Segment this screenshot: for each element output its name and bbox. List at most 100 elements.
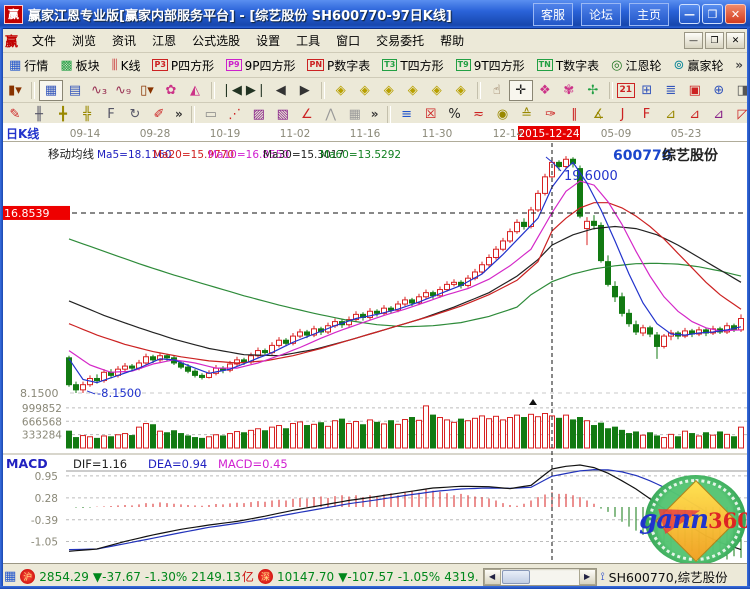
minimize-button[interactable]: — bbox=[679, 4, 700, 24]
horizontal-scrollbar[interactable]: ◀ ▶ bbox=[483, 568, 597, 586]
memo-button[interactable]: ≣ bbox=[659, 80, 683, 101]
menu-item-设置[interactable]: 设置 bbox=[248, 30, 288, 51]
portfolio-button[interactable]: ◨ bbox=[731, 80, 750, 101]
box-pattern-button[interactable]: ▨ bbox=[247, 104, 271, 125]
sectors-button[interactable]: ▩板块 bbox=[54, 55, 105, 76]
gann-grid-button[interactable]: ╫ bbox=[27, 104, 51, 125]
scale-tool-button[interactable]: ≡ bbox=[395, 104, 419, 125]
menu-item-江恩[interactable]: 江恩 bbox=[144, 30, 184, 51]
calendar-button[interactable]: 21 bbox=[617, 83, 635, 98]
speed-line-button[interactable]: ⊿ bbox=[683, 104, 707, 125]
diamond-up-button[interactable]: ◈ bbox=[425, 80, 449, 101]
gann-wheel-button[interactable]: ◎江恩轮 bbox=[605, 55, 667, 76]
save-button[interactable]: ▣ bbox=[683, 80, 707, 101]
menu-item-文件[interactable]: 文件 bbox=[24, 30, 64, 51]
trend-line-button[interactable]: ⊿ bbox=[707, 104, 731, 125]
first-page-button[interactable]: ❘◀ bbox=[219, 80, 244, 101]
t-square-button[interactable]: T3T四方形 bbox=[376, 55, 449, 76]
gann-angle-button[interactable]: ∥ bbox=[563, 104, 587, 125]
menu-item-工具[interactable]: 工具 bbox=[288, 30, 328, 51]
menu-item-交易委托[interactable]: 交易委托 bbox=[368, 30, 432, 51]
menu-item-浏览[interactable]: 浏览 bbox=[64, 30, 104, 51]
percent-band-button[interactable]: ☒ bbox=[419, 104, 443, 125]
wave-count-button[interactable]: ✢ bbox=[581, 80, 605, 101]
menu-item-资讯[interactable]: 资讯 bbox=[104, 30, 144, 51]
homepage-button[interactable]: 主页 bbox=[629, 3, 669, 26]
chart-3-button[interactable]: ∿₃ bbox=[87, 80, 111, 101]
scrollbar-thumb[interactable] bbox=[502, 570, 530, 584]
market-table-icon[interactable]: ▦ bbox=[4, 569, 16, 584]
customer-service-button[interactable]: 客服 bbox=[533, 3, 573, 26]
percent-line-button[interactable]: ≂ bbox=[467, 104, 491, 125]
drag-hand-button[interactable]: ☝ bbox=[485, 80, 509, 101]
gold-grid2-button[interactable]: ╬ bbox=[75, 104, 99, 125]
forum-button[interactable]: 论坛 bbox=[581, 3, 621, 26]
draw-pen-button[interactable]: ✎ bbox=[3, 104, 27, 125]
angle-lines-button[interactable]: ∠ bbox=[295, 104, 319, 125]
close-button[interactable]: ✕ bbox=[725, 4, 746, 24]
more-draw-chevron[interactable]: » bbox=[171, 107, 187, 121]
menu-item-帮助[interactable]: 帮助 bbox=[432, 30, 472, 51]
diamond-right-button[interactable]: ◈ bbox=[353, 80, 377, 101]
fan-lines-button[interactable]: ⋰ bbox=[223, 104, 247, 125]
diamond-down-button[interactable]: ◈ bbox=[449, 80, 473, 101]
candle-body bbox=[739, 319, 744, 330]
gold-angle-button[interactable]: ∡ bbox=[587, 104, 611, 125]
channel-button[interactable]: ◸ bbox=[731, 104, 750, 125]
calculator-button[interactable]: ⊞ bbox=[635, 80, 659, 101]
spiral-button[interactable]: ↻ bbox=[123, 104, 147, 125]
toolbar1-more-chevron[interactable]: » bbox=[731, 58, 747, 72]
region-window-button[interactable]: ▦ bbox=[39, 80, 63, 101]
gold-grid-button[interactable]: ╋ bbox=[51, 104, 75, 125]
chart-9-button[interactable]: ∿₉ bbox=[111, 80, 135, 101]
shade-pattern-button[interactable]: ▧ bbox=[271, 104, 295, 125]
diamond-expand-button[interactable]: ◈ bbox=[377, 80, 401, 101]
p9-square-button[interactable]: P99P四方形 bbox=[220, 55, 301, 76]
gold-line-button[interactable]: ≙ bbox=[515, 104, 539, 125]
f10-info-button[interactable]: ▤ bbox=[63, 80, 87, 101]
gann-fan-button[interactable]: ❖ bbox=[533, 80, 557, 101]
color-chart-button[interactable]: ◭ bbox=[183, 80, 207, 101]
marker-pen-button[interactable]: ✑ bbox=[539, 104, 563, 125]
winner-wheel-button[interactable]: ⊚赢家轮 bbox=[668, 55, 730, 76]
grid-tool-button[interactable]: ▦ bbox=[343, 104, 367, 125]
cycle-tool-button[interactable]: ✾ bbox=[557, 80, 581, 101]
diamond-left-button[interactable]: ◈ bbox=[329, 80, 353, 101]
p-number-button[interactable]: PNP数字表 bbox=[301, 55, 376, 76]
t-number-button[interactable]: TNT数字表 bbox=[531, 55, 606, 76]
wave-tool-button[interactable]: ⋀ bbox=[319, 104, 343, 125]
chart-area[interactable]: 09-1409-2810-1911-0211-1611-3012-142015-… bbox=[0, 123, 750, 563]
kline-mini-dropdown[interactable]: ▯▾ bbox=[135, 80, 159, 101]
scroll-right-button[interactable]: ▶ bbox=[579, 569, 596, 585]
menu-item-窗口[interactable]: 窗口 bbox=[328, 30, 368, 51]
doc-restore-button[interactable]: ❐ bbox=[705, 32, 724, 49]
rect-tool-button[interactable]: ▭ bbox=[199, 104, 223, 125]
percent-button[interactable]: % bbox=[443, 104, 467, 125]
kline-button[interactable]: ⫼K线 bbox=[106, 55, 147, 76]
j-line-button[interactable]: J bbox=[611, 104, 635, 125]
f-line-button[interactable]: F bbox=[635, 104, 659, 125]
prev-page-button[interactable]: ◀ bbox=[269, 80, 293, 101]
quotes-button[interactable]: ▦行情 bbox=[3, 55, 54, 76]
scroll-left-button[interactable]: ◀ bbox=[484, 569, 501, 585]
gold-circle-button[interactable]: ◉ bbox=[491, 104, 515, 125]
brush-button[interactable]: ✐ bbox=[147, 104, 171, 125]
resistance-button[interactable]: ⊿ bbox=[659, 104, 683, 125]
doc-minimize-button[interactable]: — bbox=[684, 32, 703, 49]
fibonacci-button[interactable]: F bbox=[99, 104, 123, 125]
doc-close-button[interactable]: ✕ bbox=[726, 32, 745, 49]
maximize-button[interactable]: ❐ bbox=[702, 4, 723, 24]
title-bar[interactable]: 赢 赢家江恩专业版[赢家内部服务平台] - [综艺股份 SH600770-97日… bbox=[0, 0, 750, 29]
t9-square-button[interactable]: T99T四方形 bbox=[450, 55, 531, 76]
menu-item-公式选股[interactable]: 公式选股 bbox=[184, 30, 248, 51]
next-page-button[interactable]: ▶ bbox=[293, 80, 317, 101]
candle-type-dropdown[interactable]: ▮▾ bbox=[3, 80, 27, 101]
p-square-button[interactable]: P3P四方形 bbox=[146, 55, 220, 76]
more-tools-chevron[interactable]: » bbox=[367, 107, 383, 121]
kline-chart-svg[interactable]: 09-1409-2810-1911-0211-1611-3012-142015-… bbox=[0, 123, 750, 563]
last-page-button[interactable]: ▶❘ bbox=[244, 80, 269, 101]
net-save-button[interactable]: ⊕ bbox=[707, 80, 731, 101]
pattern-button[interactable]: ✿ bbox=[159, 80, 183, 101]
crosshair-button[interactable]: ✛ bbox=[509, 80, 533, 101]
diamond-compress-button[interactable]: ◈ bbox=[401, 80, 425, 101]
